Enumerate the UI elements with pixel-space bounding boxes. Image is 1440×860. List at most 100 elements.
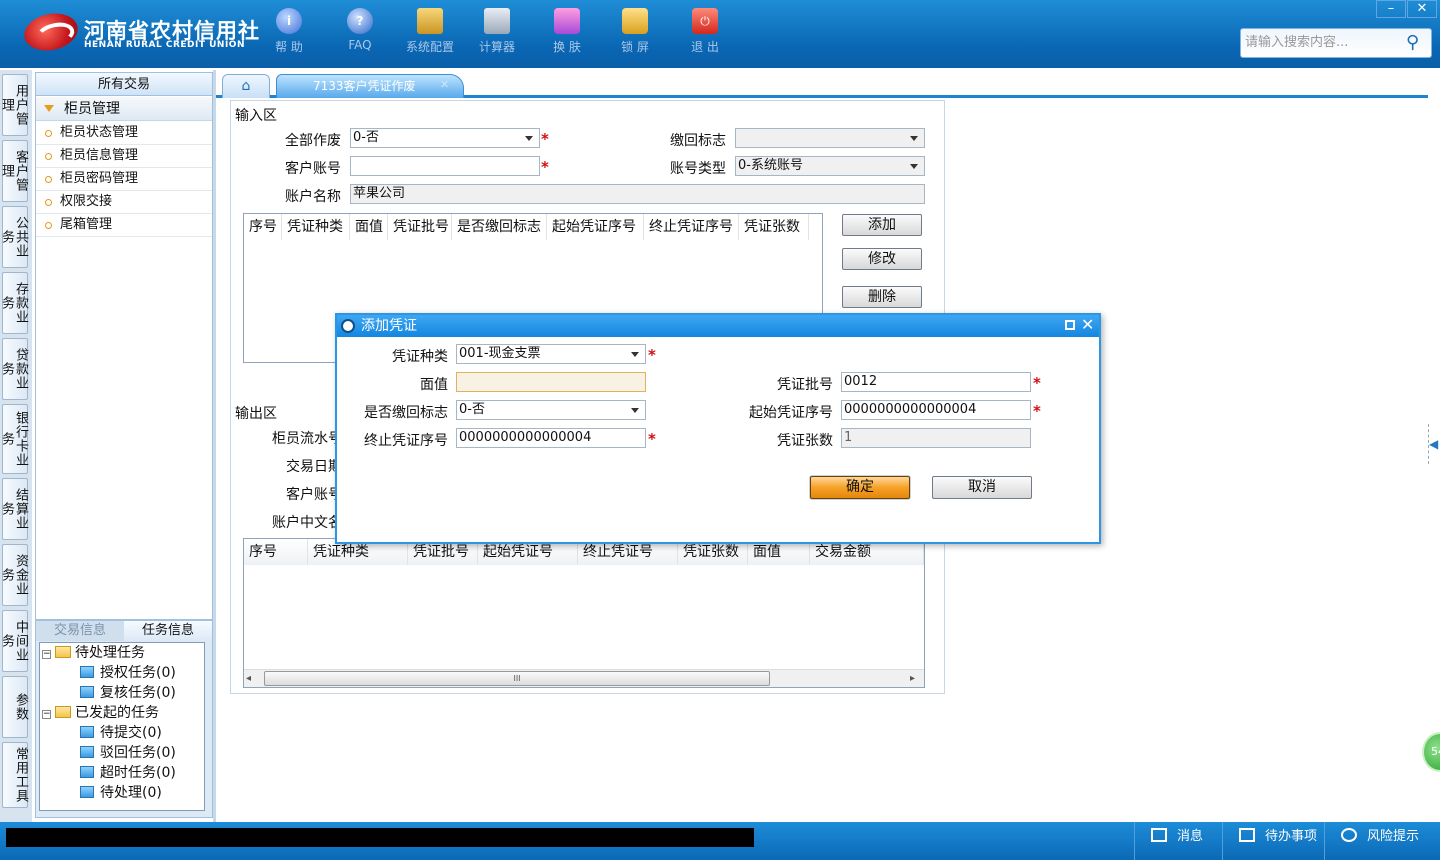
nav-item-permission-handover[interactable]: 权限交接 [36,191,212,214]
tree-node-label: 待处理任务 [75,645,145,661]
face-value-field[interactable] [456,372,646,392]
tree-node-review-task[interactable]: 复核任务(0) [80,684,176,702]
calculator-icon [484,8,510,34]
rail-settlement-business[interactable]: 结算业务 [0,478,28,540]
cancel-button[interactable]: 取消 [932,476,1032,499]
module-rail: 用户管理 客户管理 公共业务 存款业务 贷款业务 银行卡业务 结算业务 资金业务… [0,70,32,822]
scroll-left-arrow[interactable]: ◂ [246,673,260,684]
tree-node-pending[interactable]: − 待处理任务 [42,644,145,662]
skin-label: 换 肤 [553,40,581,54]
tree-node-rejected[interactable]: 驳回任务(0) [80,744,176,762]
confirm-button[interactable]: 确定 [810,476,910,499]
home-tab[interactable]: ⌂ [222,74,270,98]
rail-bank-card-business[interactable]: 银行卡业务 [0,404,28,474]
scroll-thumb[interactable]: III [264,671,770,686]
account-no-field[interactable] [350,156,540,176]
count-field[interactable]: 1 [841,428,1031,448]
grid-header[interactable]: 面值 [350,214,388,240]
tab-task-info[interactable]: 任务信息 [124,621,212,641]
help-button[interactable]: i 帮 助 [258,8,320,55]
account-name-field[interactable]: 苹果公司 [350,184,925,204]
search-icon[interactable]: ⚲ [1406,32,1426,53]
rail-user-management[interactable]: 用户管理 [0,74,28,136]
tab-voucher-void[interactable]: 7133客户凭证作废 [276,74,464,98]
tree-node-to-process[interactable]: 待处理(0) [80,784,162,802]
side-expand-arrow-icon[interactable]: ◀ [1428,424,1440,464]
skin-button[interactable]: 换 肤 [536,8,598,55]
tree-node-to-submit[interactable]: 待提交(0) [80,724,162,742]
voucher-output-grid[interactable]: 序号 凭证种类 凭证批号 起始凭证号 终止凭证号 凭证张数 面值 交易金额 ◂ … [243,538,925,688]
risk-alert-label: 风险提示 [1367,829,1420,844]
grid-header[interactable]: 凭证批号 [388,214,452,240]
maximize-icon[interactable] [1065,320,1075,330]
envelope-icon [1151,828,1167,842]
messages-button[interactable]: 消息 [1134,822,1222,860]
add-button[interactable]: 添加 [842,214,922,236]
grid-header[interactable]: 凭证张数 [739,214,809,240]
rail-customer-management[interactable]: 客户管理 [0,140,28,202]
nav-item-teller-password[interactable]: 柜员密码管理 [36,168,212,191]
collapse-icon[interactable]: − [42,710,51,719]
horizontal-scrollbar[interactable]: ◂ III ▸ [244,669,924,687]
grid-header[interactable]: 凭证种类 [282,214,350,240]
tab-transaction-info[interactable]: 交易信息 [36,621,124,641]
scroll-right-arrow[interactable]: ▸ [910,673,922,684]
grid-header[interactable]: 序号 [244,539,308,565]
collapse-icon[interactable]: − [42,650,51,659]
account-type-select[interactable]: 0-系统账号 [735,156,925,176]
rail-deposit-business[interactable]: 存款业务 [0,272,28,334]
grid-header[interactable]: 终止凭证序号 [644,214,739,240]
faq-button[interactable]: ? FAQ [329,8,391,52]
recall-flag-label: 缴回标志 [670,133,726,149]
system-config-button[interactable]: 系统配置 [399,8,461,55]
transaction-nav-panel: 所有交易 柜员管理 柜员状态管理 柜员信息管理 柜员密码管理 权限交接 尾箱管理 [35,72,213,620]
chat-bubble-icon [1341,828,1357,842]
nav-header[interactable]: 所有交易 [36,73,212,96]
grid-header[interactable]: 起始凭证序号 [547,214,644,240]
delete-button[interactable]: 删除 [842,286,922,308]
edit-button[interactable]: 修改 [842,248,922,270]
nav-item-tail-box[interactable]: 尾箱管理 [36,214,212,237]
all-void-select[interactable]: 0-否 [350,128,540,148]
rail-common-tools[interactable]: 常用工具 [2,742,28,808]
minimize-button[interactable]: – [1376,0,1406,18]
rail-fund-business[interactable]: 资金业务 [0,544,28,606]
required-mark: * [541,130,549,148]
exit-button[interactable]: ⏻ 退 出 [674,8,736,55]
nav-group-teller-management[interactable]: 柜员管理 [36,97,212,121]
account-cn-name-label: 账户中文名 [272,515,342,531]
tree-node-label: 复核任务(0) [100,685,176,701]
todo-button[interactable]: 待办事项 [1222,822,1324,860]
dialog-title[interactable]: 添加凭证 [337,315,1099,337]
nav-item-teller-status[interactable]: 柜员状态管理 [36,122,212,145]
recall-flag-select[interactable] [735,128,925,148]
calculator-button[interactable]: 计算器 [466,8,528,55]
close-window-button[interactable]: ✕ [1407,0,1437,18]
rail-public-business[interactable]: 公共业务 [0,206,28,268]
rail-loan-business[interactable]: 贷款业务 [0,338,28,400]
rail-intermediary-business[interactable]: 中间业务 [0,610,28,672]
rail-parameters[interactable]: 参数 [2,676,28,738]
recall-flag-select[interactable]: 0-否 [456,400,646,420]
tree-node-initiated[interactable]: − 已发起的任务 [42,704,159,722]
close-tab-icon[interactable]: ✕ [440,78,449,91]
nav-item-teller-info[interactable]: 柜员信息管理 [36,145,212,168]
tree-node-timeout[interactable]: 超时任务(0) [80,764,176,782]
grid-header[interactable]: 序号 [244,214,282,240]
voucher-type-select[interactable]: 001-现金支票 [456,344,646,364]
task-icon [80,726,94,738]
end-seq-field[interactable]: 0000000000000004 [456,428,646,448]
skin-icon [554,8,580,34]
tree-node-auth-task[interactable]: 授权任务(0) [80,664,176,682]
lock-screen-label: 锁 屏 [621,40,649,54]
search-input[interactable]: 请输入搜索内容... [1240,28,1432,58]
power-icon: ⏻ [692,8,718,34]
start-seq-field[interactable]: 0000000000000004 [841,400,1031,420]
lock-screen-button[interactable]: 锁 屏 [604,8,666,55]
risk-alert-button[interactable]: 风险提示 [1324,822,1434,860]
batch-no-field[interactable]: 0012 [841,372,1031,392]
batch-no-label: 凭证批号 [777,377,833,393]
dialog-close-icon[interactable]: ✕ [1081,316,1094,334]
expand-arrow-icon [44,105,54,112]
grid-header[interactable]: 是否缴回标志 [452,214,547,240]
